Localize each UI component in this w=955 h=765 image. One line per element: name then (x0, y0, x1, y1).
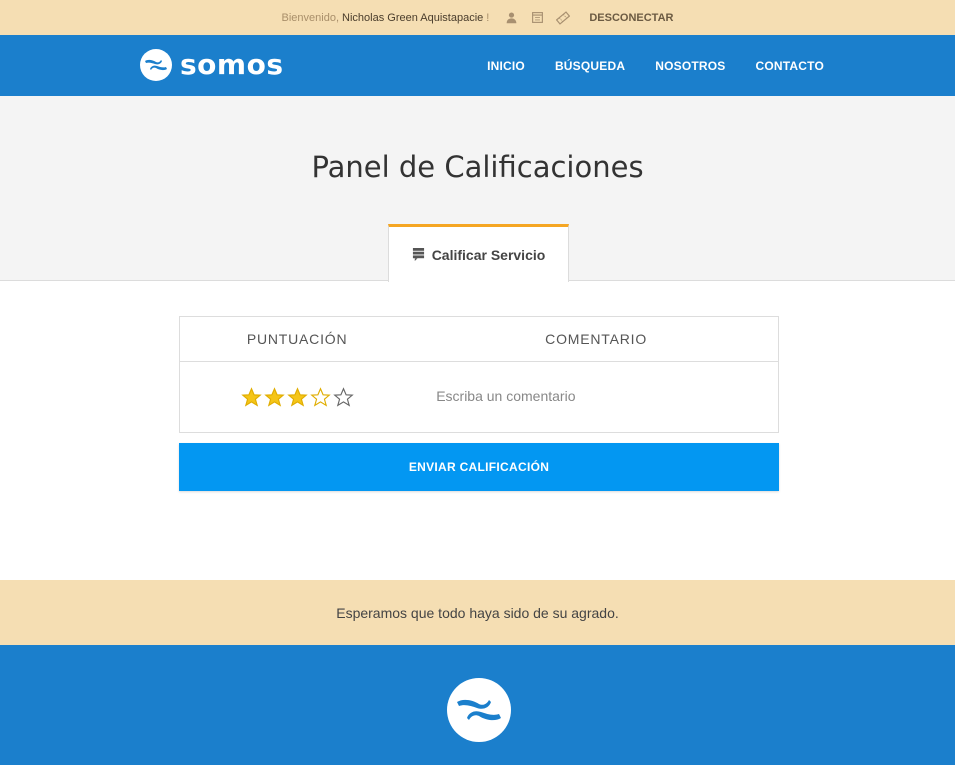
star-rating[interactable] (180, 386, 414, 408)
comment-input[interactable] (436, 388, 757, 404)
calendar-icon[interactable] (529, 10, 545, 26)
logo[interactable]: somos (140, 48, 283, 81)
hero-section: Panel de Calificaciones Calificar Servic… (0, 96, 955, 282)
top-bar: Bienvenido, Nicholas Green Aquistapacie … (0, 0, 955, 35)
table-header: PUNTUACIÓN COMENTARIO (180, 317, 778, 362)
username: Nicholas Green Aquistapacie (342, 11, 484, 24)
star-filled-icon[interactable] (240, 386, 262, 408)
comment-cell (414, 388, 778, 406)
thank-you-message: Esperamos que todo haya sido de su agrad… (0, 580, 955, 645)
star-filled-icon[interactable] (263, 386, 285, 408)
footer (0, 645, 955, 765)
nav-contacto[interactable]: CONTACTO (756, 59, 825, 73)
nav-inicio[interactable]: INICIO (487, 59, 525, 73)
page-title: Panel de Calificaciones (311, 150, 644, 184)
user-icons (503, 10, 571, 26)
main-header: somos INICIO BÚSQUEDA NOSOTROS CONTACTO (0, 35, 955, 96)
tab-label: Calificar Servicio (431, 246, 546, 263)
table-row (180, 362, 778, 432)
welcome-text: Bienvenido, (281, 11, 340, 24)
hands-logo-icon[interactable] (447, 678, 511, 742)
ratings-table: PUNTUACIÓN COMENTARIO (179, 316, 779, 433)
welcome-exclamation: ! (486, 11, 490, 24)
star-empty-icon[interactable] (309, 386, 331, 408)
nav-busqueda[interactable]: BÚSQUEDA (555, 59, 625, 73)
comment-list-icon (412, 247, 425, 262)
logout-link[interactable]: DESCONECTAR (589, 12, 673, 24)
submit-rating-button[interactable]: ENVIAR CALIFICACIÓN (179, 443, 779, 491)
column-header-comment: COMENTARIO (545, 331, 648, 347)
nav-nosotros[interactable]: NOSOTROS (655, 59, 725, 73)
main-nav: INICIO BÚSQUEDA NOSOTROS CONTACTO (487, 35, 824, 96)
user-icon[interactable] (503, 10, 519, 26)
brand-name: somos (180, 48, 284, 81)
hands-logo-icon (140, 48, 172, 81)
ticket-icon[interactable] (555, 10, 571, 26)
tab-calificar-servicio[interactable]: Calificar Servicio (388, 224, 569, 282)
star-empty-icon[interactable] (332, 386, 354, 408)
column-header-score: PUNTUACIÓN (246, 331, 348, 347)
star-filled-icon[interactable] (286, 386, 308, 408)
